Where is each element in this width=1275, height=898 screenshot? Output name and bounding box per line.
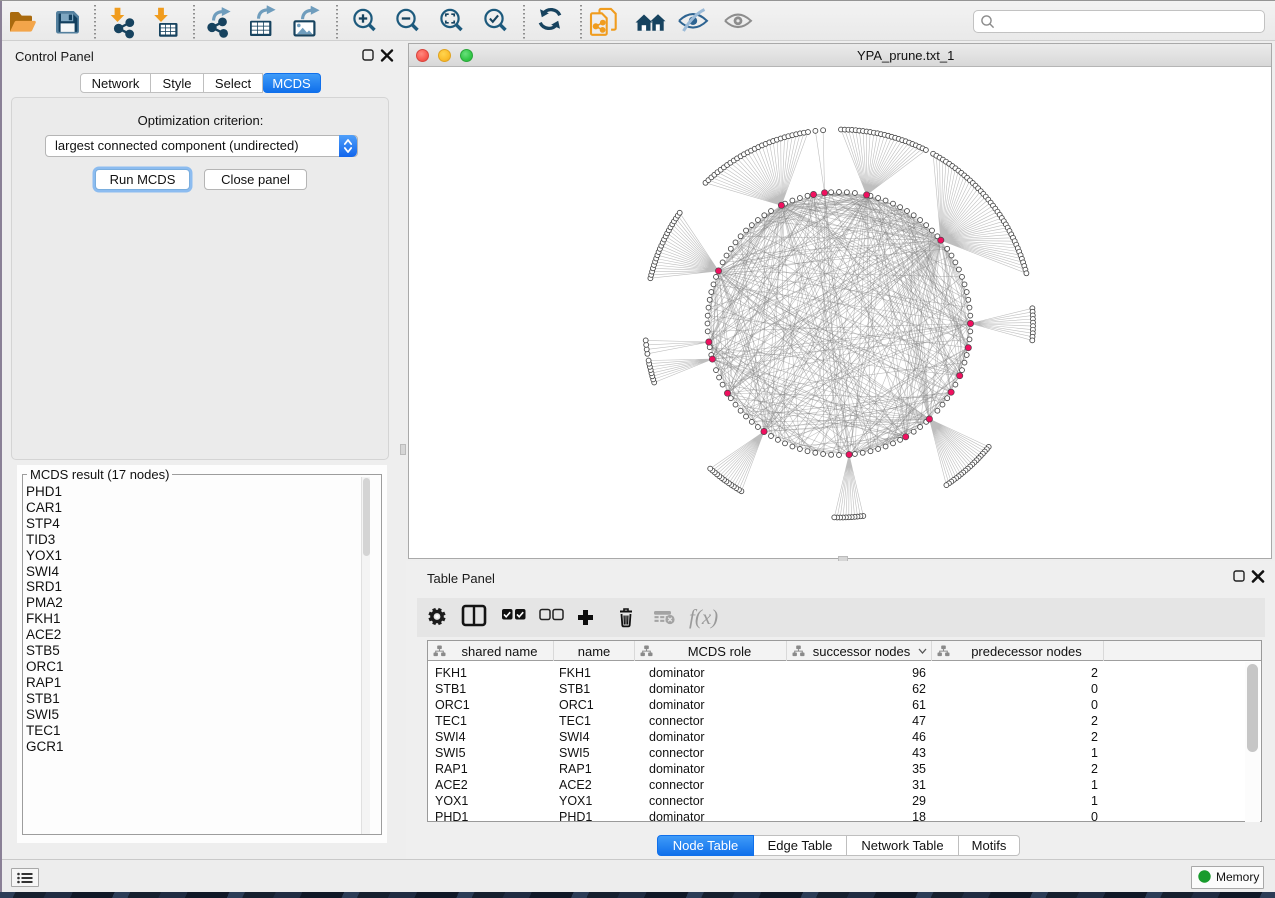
svg-text:f(x): f(x) — [689, 605, 718, 629]
